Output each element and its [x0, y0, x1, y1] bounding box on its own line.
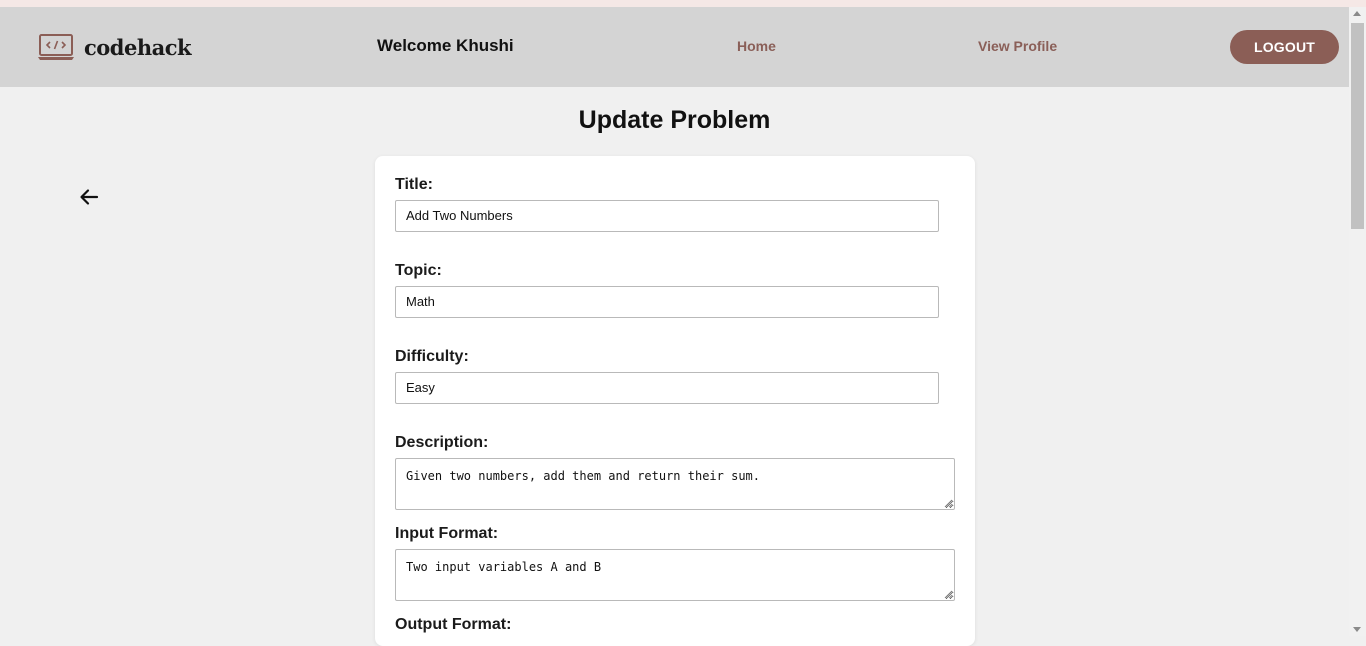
- output-format-label: Output Format:: [395, 616, 512, 633]
- description-textarea[interactable]: Given two numbers, add them and return t…: [395, 458, 955, 510]
- description-label: Description:: [395, 434, 489, 451]
- brand-name: codehack: [84, 34, 192, 60]
- nav-home-link[interactable]: Home: [737, 38, 776, 54]
- logout-button[interactable]: LOGOUT: [1230, 30, 1339, 64]
- title-input[interactable]: Add Two Numbers: [395, 200, 939, 232]
- input-format-text: Two input variables A and B: [406, 560, 602, 574]
- difficulty-label: Difficulty:: [395, 348, 469, 365]
- arrow-left-icon[interactable]: [78, 186, 100, 208]
- page-scrollbar[interactable]: [1349, 7, 1366, 636]
- navbar: codehack Welcome Khushi Home View Profil…: [0, 7, 1349, 87]
- resize-grip-icon[interactable]: [944, 499, 953, 508]
- page-title: Update Problem: [578, 106, 771, 134]
- welcome-message: Welcome Khushi: [377, 36, 514, 55]
- scroll-up-arrow-icon[interactable]: [1353, 11, 1361, 16]
- title-label: Title:: [395, 176, 433, 193]
- input-format-label: Input Format:: [395, 525, 499, 542]
- input-format-textarea[interactable]: Two input variables A and B: [395, 549, 955, 601]
- resize-grip-icon[interactable]: [944, 590, 953, 599]
- laptop-code-icon: [38, 34, 74, 60]
- topic-input[interactable]: Math: [395, 286, 939, 318]
- scroll-thumb[interactable]: [1351, 23, 1364, 229]
- description-text: Given two numbers, add them and return t…: [406, 469, 761, 483]
- nav-view-profile-link[interactable]: View Profile: [978, 38, 1057, 54]
- difficulty-input[interactable]: Easy: [395, 372, 939, 404]
- update-problem-form: Title: Add Two Numbers Topic: Math Diffi…: [375, 156, 975, 646]
- brand-logo[interactable]: codehack: [37, 31, 192, 63]
- scroll-down-arrow-icon[interactable]: [1353, 627, 1361, 632]
- topic-label: Topic:: [395, 262, 442, 279]
- browser-top-strip: [0, 0, 1366, 7]
